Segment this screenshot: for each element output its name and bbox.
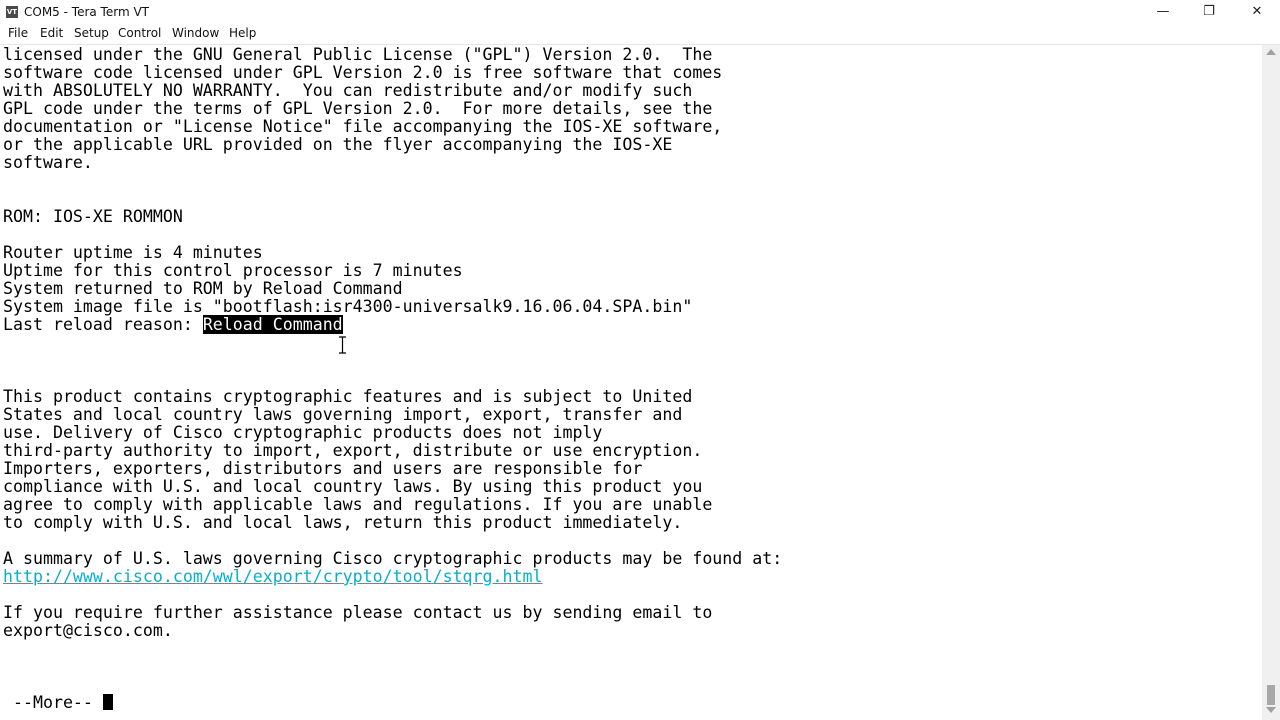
terminal-line: States and local country laws governing … [3, 405, 683, 424]
terminal-line: use. Delivery of Cisco cryptographic pro… [3, 423, 603, 442]
terminal-line: A summary of U.S. laws governing Cisco c… [3, 549, 783, 568]
terminal-line: System image file is "bootflash:isr4300-… [3, 297, 693, 316]
menu-edit[interactable]: Edit [40, 26, 63, 40]
terminal-line: to comply with U.S. and local laws, retu… [3, 513, 683, 532]
terminal-line: software. [3, 153, 93, 172]
terminal-line: ROM: IOS-XE ROMMON [3, 207, 183, 226]
title-bar: VT COM5 - Tera Term VT — ❐ ✕ [0, 0, 1280, 24]
terminal-screen[interactable]: licensed under the GNU General Public Li… [0, 45, 1262, 720]
terminal-line: third-party authority to import, export,… [3, 441, 703, 460]
teraterm-app-icon: VT [6, 6, 18, 18]
terminal-line: This product contains cryptographic feat… [3, 387, 693, 406]
terminal-line: Uptime for this control processor is 7 m… [3, 261, 463, 280]
menu-file[interactable]: File [8, 26, 28, 40]
vertical-scrollbar[interactable] [1262, 45, 1280, 720]
terminal-line: or the applicable URL provided on the fl… [3, 135, 673, 154]
menu-control[interactable]: Control [118, 26, 161, 40]
terminal-line: If you require further assistance please… [3, 603, 713, 622]
menu-setup[interactable]: Setup [74, 26, 109, 40]
more-prompt: --More-- [3, 693, 103, 712]
terminal-line: GPL code under the terms of GPL Version … [3, 99, 713, 118]
terminal-line-reload-reason: Last reload reason: Reload Command [3, 315, 343, 334]
terminal-line: documentation or "License Notice" file a… [3, 117, 723, 136]
reload-reason-label: Last reload reason: [3, 315, 203, 334]
menu-help[interactable]: Help [229, 26, 256, 40]
scroll-thumb[interactable] [1267, 685, 1275, 705]
export-url-link[interactable]: http://www.cisco.com/wwl/export/crypto/t… [3, 567, 542, 586]
selected-text[interactable]: Reload Command [202, 315, 343, 334]
menu-bar: File Edit Setup Control Window Help [0, 24, 1280, 45]
terminal-line-url: http://www.cisco.com/wwl/export/crypto/t… [3, 568, 542, 586]
menu-window[interactable]: Window [172, 26, 219, 40]
text-cursor [102, 694, 113, 710]
ibeam-cursor-icon [339, 336, 346, 354]
terminal-line: Router uptime is 4 minutes [3, 243, 263, 262]
terminal-line: licensed under the GNU General Public Li… [3, 45, 713, 64]
terminal-line: export@cisco.com. [3, 621, 173, 640]
terminal-line: compliance with U.S. and local country l… [3, 477, 703, 496]
minimize-button[interactable]: — [1140, 0, 1186, 24]
scroll-down-arrow-icon[interactable] [1266, 707, 1276, 713]
terminal-line: with ABSOLUTELY NO WARRANTY. You can red… [3, 81, 693, 100]
more-prompt-line: --More-- [3, 694, 113, 712]
close-button[interactable]: ✕ [1234, 0, 1280, 24]
terminal-line: software code licensed under GPL Version… [3, 63, 723, 82]
restore-button[interactable]: ❐ [1186, 0, 1232, 24]
window-title: COM5 - Tera Term VT [24, 5, 149, 19]
scroll-up-arrow-icon[interactable] [1266, 49, 1276, 55]
terminal-line: agree to comply with applicable laws and… [3, 495, 713, 514]
terminal-line: System returned to ROM by Reload Command [3, 279, 403, 298]
terminal-line: Importers, exporters, distributors and u… [3, 459, 643, 478]
